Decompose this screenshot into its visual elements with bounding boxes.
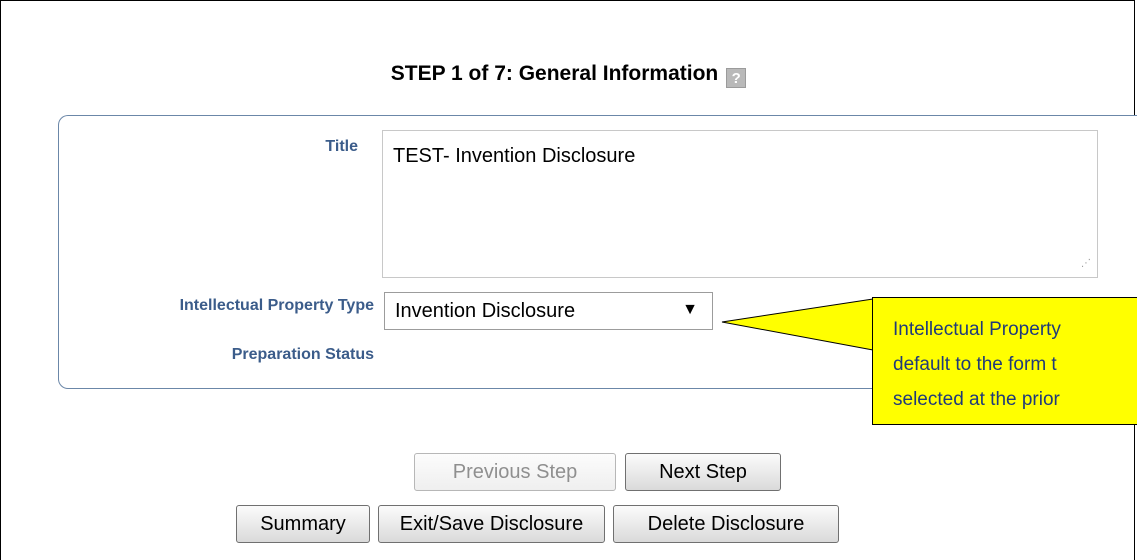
summary-button[interactable]: Summary bbox=[236, 505, 370, 543]
previous-step-button[interactable]: Previous Step bbox=[414, 453, 616, 491]
next-step-button[interactable]: Next Step bbox=[625, 453, 781, 491]
delete-disclosure-button[interactable]: Delete Disclosure bbox=[613, 505, 839, 543]
callout-line-2: default to the form t bbox=[893, 354, 1057, 375]
callout-line-1: Intellectual Property bbox=[893, 319, 1061, 340]
exit-save-disclosure-button[interactable]: Exit/Save Disclosure bbox=[378, 505, 605, 543]
callout-line-3: selected at the prior bbox=[893, 389, 1060, 410]
callout-note: Intellectual Property default to the for… bbox=[872, 297, 1137, 425]
